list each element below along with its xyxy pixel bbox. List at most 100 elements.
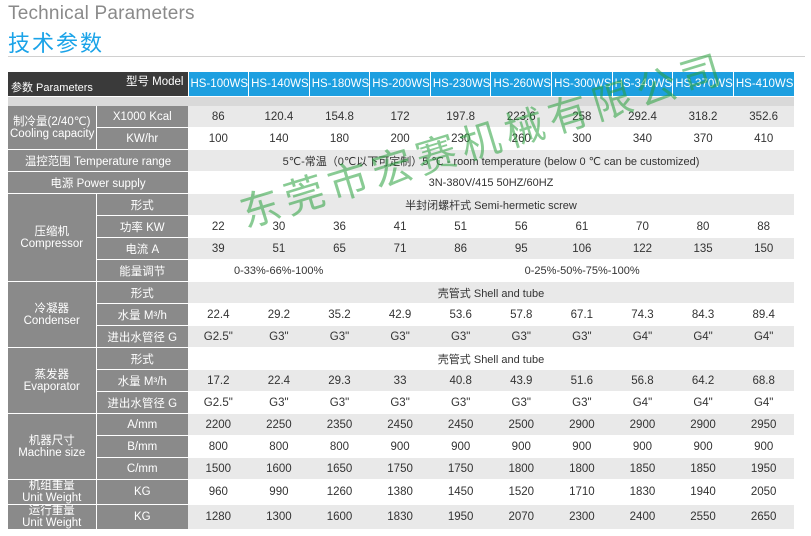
value-cell: 2900 xyxy=(551,413,613,436)
value-cell: 36 xyxy=(309,215,370,238)
value-cell: 67.1 xyxy=(551,303,613,326)
value-cell: 2950 xyxy=(733,413,794,436)
value-cell: 56 xyxy=(490,215,552,238)
evaporator-group-label: 蒸发器 Evaporator xyxy=(8,347,97,414)
unit_weight-label-en: Unit Weight xyxy=(22,492,82,504)
running_weight-label-cn: 运行重量 xyxy=(28,505,75,517)
evaporator-flow-label: 水量 M³/h xyxy=(96,369,188,392)
value-cell: 2650 xyxy=(733,504,794,530)
value-cell: G3" xyxy=(248,325,310,348)
value-cell: 122 xyxy=(612,237,673,260)
heading-divider xyxy=(8,56,805,57)
power-value: 3N-380V/415 50HZ/60HZ xyxy=(188,171,794,194)
corner-cell: 型号 Model 参数 Parameters xyxy=(8,72,188,97)
value-cell: 70 xyxy=(612,215,673,238)
value-cell: 2400 xyxy=(612,504,673,530)
compressor-type-row: 压缩机 Compressor 形式 半封闭螺杆式 Semi-hermetic scre… xyxy=(8,193,794,282)
value-cell: 1950 xyxy=(430,504,491,530)
model-cell: HS-140WS xyxy=(248,72,310,97)
value-cell: 35.2 xyxy=(309,303,370,326)
value-cell: 64.2 xyxy=(672,369,734,392)
separator-row xyxy=(8,96,794,106)
value-cell: G3" xyxy=(369,391,431,414)
value-cell: 88 xyxy=(733,215,794,238)
value-cell: G3" xyxy=(309,325,370,348)
value-cell: 22 xyxy=(188,215,249,238)
value-cell: 1750 xyxy=(430,457,491,480)
model-cell: HS-370WS xyxy=(672,72,734,97)
value-cell: 61 xyxy=(551,215,613,238)
evaporator-pipe-row: 进出水管径 G G2.5" G3" G3" G3" G3" G3" G3" G4" G4" G4" xyxy=(8,391,794,414)
unit-weight-row: 机组重量 Unit Weight KG 960 990 1260 1380 1450 1520 1… xyxy=(8,479,794,505)
evaporator-type-value: 壳管式 Shell and tube xyxy=(188,347,794,370)
value-cell: 990 xyxy=(248,479,310,505)
cooling-row: 制冷量(2/40℃) Cooling capacity X1000 Kcal 86 12… xyxy=(8,106,794,150)
value-cell: 800 xyxy=(248,435,310,458)
value-cell: 154.8 xyxy=(309,106,370,128)
temp-range-value: 5℃-常温（0℃以下可定制）5 ℃ - room temperature (be… xyxy=(188,149,794,172)
value-cell: 1710 xyxy=(551,479,613,505)
value-cell: G3" xyxy=(430,325,491,348)
cooling-group-label: 制冷量(2/40℃) Cooling capacity xyxy=(8,106,97,150)
value-cell: 900 xyxy=(672,435,734,458)
size-row: B/mm 800 800 800 900 900 900 900 900 900 900 xyxy=(8,435,794,458)
value-cell: 258 xyxy=(551,106,613,128)
value-cell: 17.2 xyxy=(188,369,249,392)
value-cell: 2050 xyxy=(733,479,794,505)
value-cell: 900 xyxy=(490,435,552,458)
value-cell: 51 xyxy=(430,215,491,238)
value-cell: 41 xyxy=(369,215,431,238)
running-weight-unit-label: KG xyxy=(96,504,188,530)
value-cell: 2070 xyxy=(490,504,552,530)
value-cell: 410 xyxy=(733,127,794,150)
condenser-flow-label: 水量 M³/h xyxy=(96,303,188,326)
value-cell: 84.3 xyxy=(672,303,734,326)
value-cell: 51.6 xyxy=(551,369,613,392)
temp-range-label: 温控范围 Temperature range xyxy=(8,149,188,172)
value-cell: 340 xyxy=(612,127,673,150)
model-cell: HS-410WS xyxy=(732,72,794,97)
size-row: 机器尺寸 Machine size A/mm 2200 2250 2350 2450 2450… xyxy=(8,413,794,480)
value-cell: 2450 xyxy=(430,413,491,436)
running-weight-row: 运行重量 Unit Weight KG 1280 1300 1600 1830 1950 207… xyxy=(8,504,794,530)
value-cell: 42.9 xyxy=(369,303,431,326)
condenser-type-label: 形式 xyxy=(96,281,188,304)
cooling-label-cn: 制冷量(2/40℃) xyxy=(13,115,91,128)
header-row: 型号 Model 参数 Parameters HS-100WS HS-140WS… xyxy=(8,72,794,97)
value-cell: 370 xyxy=(672,127,734,150)
model-label: 型号 Model xyxy=(125,76,184,88)
size-unit-label: C/mm xyxy=(96,457,188,480)
value-cell: G3" xyxy=(490,325,552,348)
value-cell: G3" xyxy=(369,325,431,348)
value-cell: 86 xyxy=(188,106,249,128)
temp-range-row: 温控范围 Temperature range 5℃-常温（0℃以下可定制）5 ℃ … xyxy=(8,149,794,172)
value-cell: 71 xyxy=(369,237,431,260)
compressor-power-label: 功率 KW xyxy=(96,215,188,238)
value-cell: 900 xyxy=(551,435,613,458)
value-cell: 172 xyxy=(369,106,431,128)
value-cell: 230 xyxy=(430,127,491,150)
model-cell: HS-230WS xyxy=(429,72,491,97)
size-label-en: Machine size xyxy=(18,446,86,459)
value-cell: 2900 xyxy=(612,413,673,436)
value-cell: 56.8 xyxy=(612,369,673,392)
unit-weight-unit-label: KG xyxy=(96,479,188,505)
params-label: 参数 Parameters xyxy=(11,82,93,94)
size-group-label: 机器尺寸 Machine size xyxy=(8,413,97,480)
value-cell: 74.3 xyxy=(612,303,673,326)
value-cell: 960 xyxy=(188,479,249,505)
evaporator-type-label: 形式 xyxy=(96,347,188,370)
condenser-pipe-label: 进出水管径 G xyxy=(96,325,188,348)
value-cell: 1450 xyxy=(430,479,491,505)
value-cell: 53.6 xyxy=(430,303,491,326)
value-cell: 89.4 xyxy=(733,303,794,326)
value-cell: G4" xyxy=(672,325,734,348)
value-cell: G3" xyxy=(309,391,370,414)
value-cell: 135 xyxy=(672,237,734,260)
value-cell: 1520 xyxy=(490,479,552,505)
evaporator-label-en: Evaporator xyxy=(23,380,80,393)
value-cell: G3" xyxy=(551,325,613,348)
compressor-label-cn: 压缩机 xyxy=(34,225,70,238)
value-cell: 2200 xyxy=(188,413,249,436)
model-cell: HS-340WS xyxy=(611,72,673,97)
